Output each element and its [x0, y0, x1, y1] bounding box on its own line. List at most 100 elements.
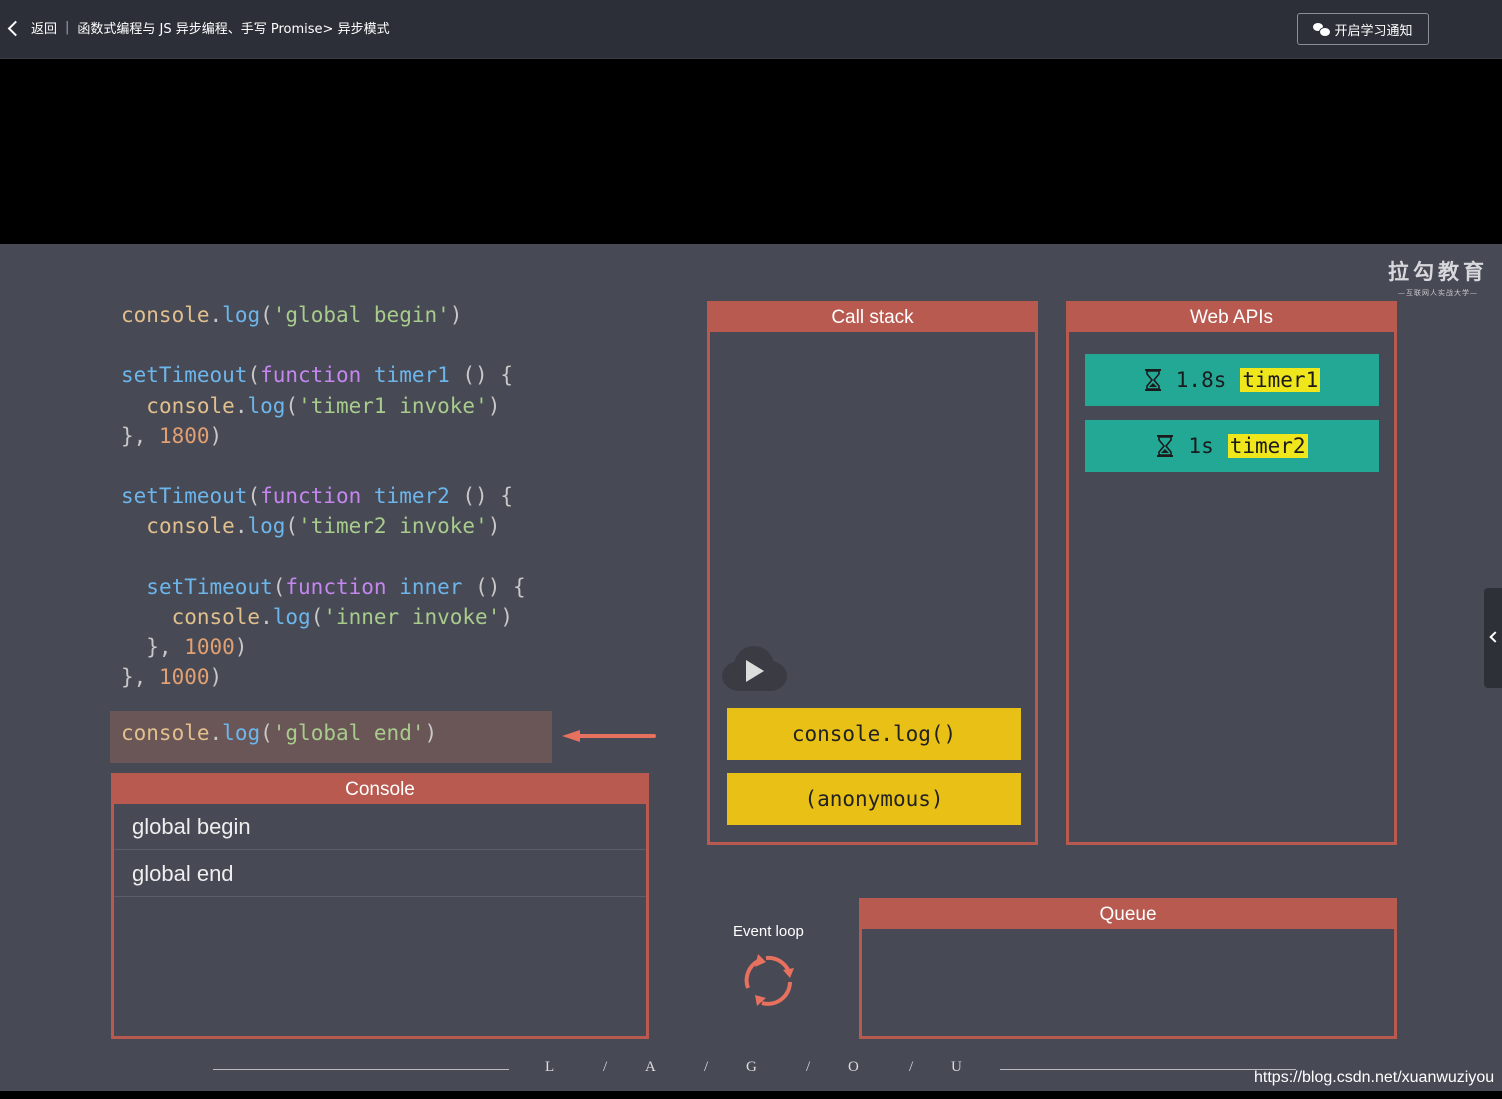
breadcrumb: 函数式编程与 JS 异步编程、手写 Promise> 异步模式 [77, 22, 390, 37]
web-apis-panel: Web APIs 1.8s timer1 1s timer2 [1066, 301, 1397, 845]
console-row: global begin [114, 804, 646, 850]
code-token: timer1 [373, 363, 450, 388]
code-token: ( [310, 604, 324, 629]
code-token: log [247, 393, 286, 418]
code-token: . [209, 721, 223, 745]
code-token: ( [272, 574, 286, 599]
console-panel: Console global begin global end [111, 773, 649, 1039]
code-token: }, [121, 635, 185, 660]
code-token: console [121, 721, 210, 745]
chevron-left-icon[interactable] [7, 20, 24, 36]
watermark: https://blog.csdn.net/xuanwuziyou [1254, 1069, 1495, 1086]
enable-notification-button[interactable]: 开启学习通知 [1297, 13, 1429, 45]
footer-letter: / [603, 1059, 608, 1075]
code-token: setTimeout [121, 484, 248, 509]
code-token: log [247, 514, 286, 539]
queue-title: Queue [862, 901, 1394, 929]
timer-name: timer2 [1227, 434, 1308, 458]
bottom-bar [0, 1091, 1502, 1099]
code-token: ( [285, 393, 299, 418]
code-token: () { [462, 574, 526, 599]
footer-divider [1000, 1069, 1296, 1070]
lagou-logo: 拉勾教育 —互联网人实战大学— [1388, 260, 1488, 297]
code-token: 'inner invoke' [323, 604, 501, 629]
code-token: 1800 [158, 423, 210, 448]
play-icon[interactable] [720, 644, 788, 696]
code-line: setTimeout(function timer2 () { [121, 481, 526, 511]
code-token: 'global begin' [272, 303, 450, 327]
top-bar: 返回 | 函数式编程与 JS 异步编程、手写 Promise> 异步模式 开启学… [0, 0, 1502, 59]
code-token: ( [285, 514, 299, 539]
back-nav: 返回 | 函数式编程与 JS 异步编程、手写 Promise> 异步模式 [7, 18, 390, 37]
code-token: . [209, 303, 223, 327]
code-token: function [260, 363, 362, 388]
timer-name: timer1 [1240, 368, 1321, 392]
queue-panel: Queue [859, 898, 1397, 1039]
code-token: ( [260, 303, 273, 327]
call-stack-title: Call stack [710, 304, 1035, 332]
footer-letter: L [545, 1059, 555, 1075]
code-token: 'timer2 invoke' [298, 514, 488, 539]
code-token: console [171, 604, 261, 629]
code-token: ( [247, 484, 261, 509]
refresh-cycle-icon [744, 954, 794, 1006]
code-token: . [234, 393, 248, 418]
timer-delay: 1s [1188, 434, 1214, 458]
chevron-left-icon [1489, 631, 1501, 643]
video-slide[interactable]: 拉勾教育 —互联网人实战大学— console.log('global begi… [0, 244, 1502, 1091]
breadcrumb-separator: | [65, 20, 70, 35]
code-token: }, [121, 665, 159, 690]
code-token: console [146, 393, 235, 418]
code-token: () { [449, 484, 513, 509]
web-apis-title: Web APIs [1069, 304, 1394, 332]
footer-letter: / [806, 1059, 811, 1075]
call-stack-panel: Call stack console.log() (anonymous) [707, 301, 1038, 845]
console-title: Console [114, 776, 646, 804]
code-line: }, 1800) [121, 421, 526, 451]
code-token: log [222, 721, 261, 745]
web-api-timer: 1.8s timer1 [1085, 354, 1379, 406]
code-token: ) [500, 604, 514, 629]
code-token: ) [209, 423, 223, 448]
code-token: setTimeout [146, 574, 273, 599]
code-token: timer2 [373, 484, 450, 509]
code-block: console.log('global begin') setTimeout(fu… [121, 300, 526, 692]
code-token: ( [247, 363, 261, 388]
call-stack-frame: (anonymous) [727, 773, 1021, 825]
footer-letter: / [909, 1059, 914, 1075]
current-line-code: console.log('global end') [121, 721, 437, 745]
code-line: setTimeout(function inner () { [121, 572, 526, 602]
code-token: ) [234, 635, 248, 660]
code-token: 1000 [158, 665, 210, 690]
code-token: ( [260, 721, 273, 745]
footer-letter: U [951, 1059, 962, 1075]
event-loop-label: Event loop [733, 923, 804, 940]
code-token: ) [209, 665, 223, 690]
code-line: console.log('inner invoke') [121, 602, 526, 632]
code-token: log [222, 303, 261, 327]
footer-letter: G [746, 1059, 757, 1075]
timer-delay: 1.8s [1175, 368, 1227, 392]
arrow-left-icon [562, 730, 656, 742]
web-api-timer: 1s timer2 [1085, 420, 1379, 472]
code-line: }, 1000) [121, 662, 526, 692]
back-link[interactable]: 返回 [31, 18, 57, 37]
code-token: 'global end' [272, 721, 425, 745]
code-line: setTimeout(function timer1 () { [121, 360, 526, 390]
code-line: console.log('global begin') [121, 300, 526, 330]
code-token: }, [121, 423, 159, 448]
code-token: console [121, 303, 210, 327]
hourglass-icon [1144, 369, 1161, 391]
code-token: console [146, 514, 235, 539]
footer-letter: / [704, 1059, 709, 1075]
code-line: }, 1000) [121, 632, 526, 662]
side-panel-toggle[interactable] [1484, 588, 1502, 688]
